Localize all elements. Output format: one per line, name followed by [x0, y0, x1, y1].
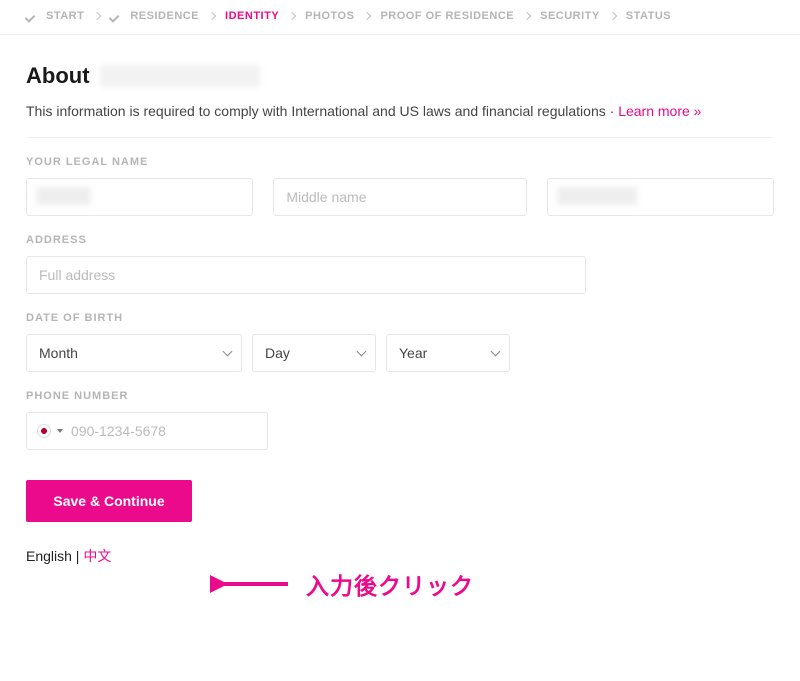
legal-name-row	[26, 178, 774, 216]
check-icon	[110, 11, 120, 21]
chevron-right-icon	[288, 12, 296, 20]
language-switcher: English | 中文	[26, 546, 774, 566]
breadcrumb-label: PROOF OF RESIDENCE	[380, 10, 514, 22]
breadcrumb-step-security[interactable]: SECURITY	[540, 10, 600, 22]
breadcrumb-label: SECURITY	[540, 10, 600, 22]
breadcrumb-step-residence[interactable]: RESIDENCE	[110, 10, 199, 22]
main-content: About This information is required to co…	[0, 35, 800, 586]
dob-day-select[interactable]: Day	[252, 334, 376, 372]
breadcrumb-step-start[interactable]: START	[26, 10, 84, 22]
lang-sep: |	[72, 548, 83, 564]
breadcrumb-label: IDENTITY	[225, 10, 279, 22]
chevron-right-icon	[93, 12, 101, 20]
breadcrumb-label: RESIDENCE	[130, 10, 199, 22]
title-redacted	[100, 65, 260, 87]
middle-name-field[interactable]	[273, 178, 526, 216]
dob-year-value: Year	[399, 345, 427, 361]
last-name-field[interactable]	[547, 178, 774, 216]
dob-month-value: Month	[39, 345, 78, 361]
lang-chinese[interactable]: 中文	[83, 548, 111, 564]
address-label: ADDRESS	[26, 234, 774, 246]
chevron-down-icon	[223, 347, 233, 357]
breadcrumb: START RESIDENCE IDENTITY PHOTOS PROOF OF RES…	[0, 0, 800, 35]
learn-more-link[interactable]: Learn more »	[618, 103, 701, 119]
first-name-field[interactable]	[26, 178, 253, 216]
phone-field[interactable]	[69, 422, 259, 440]
page-subtitle: This information is required to comply w…	[26, 103, 774, 138]
breadcrumb-step-proof-of-residence[interactable]: PROOF OF RESIDENCE	[380, 10, 514, 22]
chevron-down-icon	[491, 347, 501, 357]
chevron-down-icon	[357, 347, 367, 357]
subtitle-text: This information is required to comply w…	[26, 103, 614, 119]
breadcrumb-step-photos[interactable]: PHOTOS	[305, 10, 354, 22]
save-continue-button[interactable]: Save & Continue	[26, 480, 192, 522]
last-name-wrapper	[547, 178, 774, 216]
lang-english[interactable]: English	[26, 548, 72, 564]
chevron-right-icon	[609, 12, 617, 20]
phone-input-wrap	[26, 412, 268, 450]
dob-label: DATE OF BIRTH	[26, 312, 774, 324]
full-address-field[interactable]	[26, 256, 586, 294]
chevron-right-icon	[208, 12, 216, 20]
chevron-right-icon	[523, 12, 531, 20]
page-title: About	[26, 63, 774, 89]
caret-down-icon[interactable]	[57, 429, 63, 433]
check-icon	[26, 11, 36, 21]
breadcrumb-label: PHOTOS	[305, 10, 354, 22]
chevron-right-icon	[363, 12, 371, 20]
phone-label: PHONE NUMBER	[26, 390, 774, 402]
breadcrumb-step-identity[interactable]: IDENTITY	[225, 10, 279, 22]
flag-jp-icon[interactable]	[37, 424, 51, 438]
address-row	[26, 256, 774, 294]
dob-day-value: Day	[265, 345, 290, 361]
breadcrumb-label: STATUS	[626, 10, 671, 22]
title-prefix: About	[26, 63, 90, 89]
breadcrumb-label: START	[46, 10, 84, 22]
dob-year-select[interactable]: Year	[386, 334, 510, 372]
dob-month-select[interactable]: Month	[26, 334, 242, 372]
first-name-wrapper	[26, 178, 253, 216]
dob-row: Month Day Year	[26, 334, 774, 372]
legal-name-label: YOUR LEGAL NAME	[26, 156, 774, 168]
breadcrumb-step-status[interactable]: STATUS	[626, 10, 671, 22]
